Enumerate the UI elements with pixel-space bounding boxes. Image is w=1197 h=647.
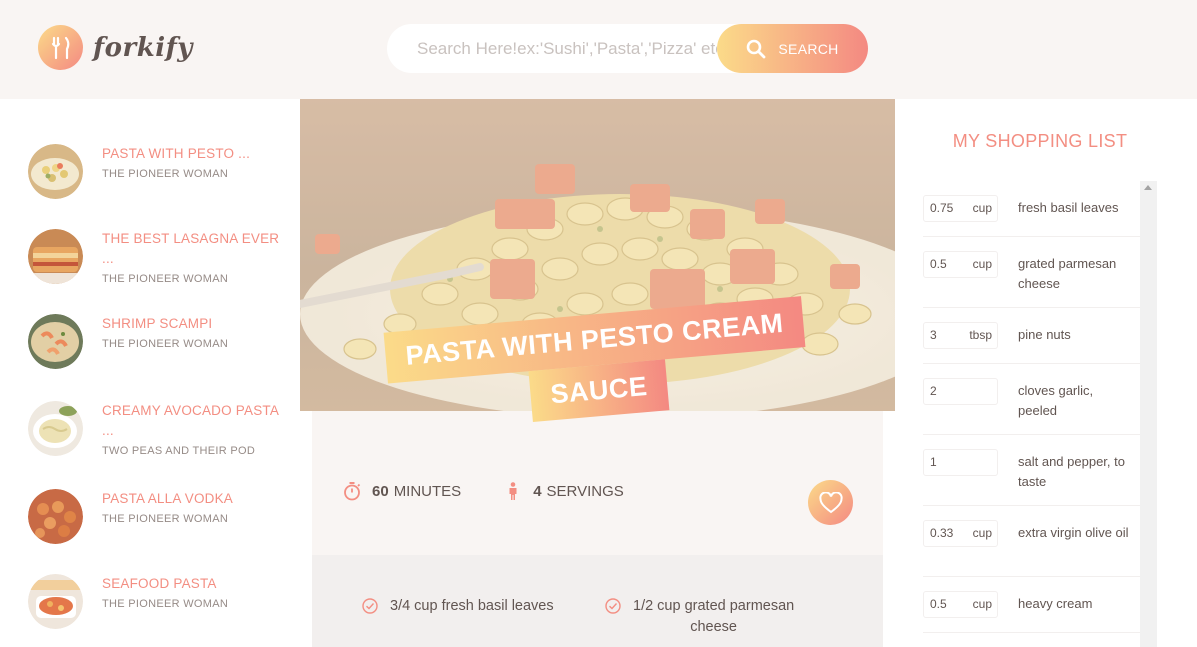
quantity-value: 3 xyxy=(930,328,937,342)
quantity-value: 1 xyxy=(930,455,937,469)
ingredient-text-cont: cheese xyxy=(690,619,737,635)
quantity-input[interactable]: 0.5 cup xyxy=(923,251,998,278)
recipe-details: 60 MINUTES 4 SERVINGS xyxy=(342,481,666,501)
result-item[interactable]: PASTA ALLA VODKA THE PIONEER WOMAN xyxy=(28,489,288,544)
result-image xyxy=(28,229,83,284)
result-item[interactable]: PASTA WITH PESTO ... THE PIONEER WOMAN xyxy=(28,144,288,199)
shopping-list-title: MY SHOPPING LIST xyxy=(952,131,1128,151)
ingredient-item: 3/4 cup fresh basil leaves xyxy=(362,596,554,617)
result-title: THE BEST LASAGNA EVER ... xyxy=(102,231,280,266)
check-circle-icon xyxy=(605,598,621,614)
recipe-panel: PASTA WITH PESTO CREAM SAUCE 60 MINUTES … xyxy=(300,99,895,647)
heart-icon xyxy=(818,491,843,513)
quantity-unit: tbsp xyxy=(969,328,992,342)
recipe-servings-count: 4 xyxy=(533,482,542,500)
fork-knife-icon xyxy=(38,25,83,70)
recipe-minutes: 60 xyxy=(372,482,389,500)
result-title: PASTA ALLA VODKA xyxy=(102,491,234,506)
shopping-item: 0.5 cup grated parmesan cheese xyxy=(923,237,1140,308)
quantity-unit: cup xyxy=(972,201,992,215)
result-author: THE PIONEER WOMAN xyxy=(102,513,229,525)
like-button[interactable] xyxy=(808,480,853,525)
result-author: THE PIONEER WOMAN xyxy=(102,273,229,285)
stopwatch-icon xyxy=(344,482,361,501)
result-title: CREAMY AVOCADO PASTA ... xyxy=(102,403,279,438)
quantity-input[interactable]: 1 xyxy=(923,449,998,476)
ingredient-text: 3/4 cup fresh basil leaves xyxy=(390,598,554,614)
recipe-time: 60 MINUTES xyxy=(342,481,461,501)
shopping-item: 0.33 cup extra virgin olive oil xyxy=(923,506,1140,577)
result-image xyxy=(28,314,83,369)
shopping-list-panel: MY SHOPPING LIST 0.75 cup fresh basil le… xyxy=(895,99,1197,647)
ingredient-text: 1/2 cup grated parmesan xyxy=(633,598,795,614)
shopping-list: 0.75 cup fresh basil leaves 0.5 cup grat… xyxy=(923,181,1140,647)
quantity-value: 2 xyxy=(930,384,937,398)
result-image xyxy=(28,489,83,544)
shopping-list-scrollbar[interactable] xyxy=(1140,181,1157,647)
search-button-label: SEARCH xyxy=(778,40,839,57)
result-image xyxy=(28,401,83,456)
recipe-minutes-label: MINUTES xyxy=(393,482,462,500)
quantity-input[interactable]: 0.75 cup xyxy=(923,195,998,222)
quantity-input[interactable]: 3 tbsp xyxy=(923,322,998,349)
recipe-servings-label: SERVINGS xyxy=(546,482,624,500)
quantity-unit: cup xyxy=(972,597,992,611)
shopping-item-desc: pine nuts xyxy=(1018,327,1071,342)
quantity-input[interactable]: 0.5 cup xyxy=(923,591,998,618)
result-image xyxy=(28,574,83,629)
shopping-item-desc: salt and pepper, to taste xyxy=(1018,454,1125,489)
person-icon xyxy=(509,482,517,500)
brand-name: forkify xyxy=(93,32,193,63)
result-item[interactable]: CREAMY AVOCADO PASTA ... TWO PEAS AND TH… xyxy=(28,401,288,457)
quantity-input[interactable]: 2 xyxy=(923,378,998,405)
result-item[interactable]: SHRIMP SCAMPI THE PIONEER WOMAN xyxy=(28,314,288,369)
ingredient-item: 1/2 cup grated parmesan cheese xyxy=(605,596,794,638)
quantity-value: 0.5 xyxy=(930,257,947,271)
result-title: SEAFOOD PASTA xyxy=(102,576,217,591)
quantity-input[interactable]: 0.33 cup xyxy=(923,520,998,547)
search-icon xyxy=(747,39,766,58)
recipe-servings: 4 SERVINGS xyxy=(503,481,624,501)
shopping-item: 3 tbsp pine nuts xyxy=(923,308,1140,364)
shopping-item: 2 cloves garlic, peeled xyxy=(923,364,1140,435)
result-author: THE PIONEER WOMAN xyxy=(102,598,229,610)
result-title: PASTA WITH PESTO ... xyxy=(102,146,251,161)
scroll-up-arrow-icon[interactable] xyxy=(1144,185,1152,190)
result-item[interactable]: SEAFOOD PASTA THE PIONEER WOMAN xyxy=(28,574,288,629)
logo[interactable]: forkify xyxy=(38,25,193,70)
result-author: TWO PEAS AND THEIR POD xyxy=(102,445,256,457)
quantity-value: 0.5 xyxy=(930,597,947,611)
search-form: SEARCH xyxy=(387,24,868,73)
search-input[interactable] xyxy=(417,36,717,61)
results-list: PASTA WITH PESTO ... THE PIONEER WOMAN T… xyxy=(0,99,300,647)
result-author: THE PIONEER WOMAN xyxy=(102,168,229,180)
result-author: THE PIONEER WOMAN xyxy=(102,338,229,350)
shopping-item: 1 salt and pepper, to taste xyxy=(923,435,1140,506)
result-image xyxy=(28,144,83,199)
shopping-item-desc: heavy cream xyxy=(1018,596,1093,611)
quantity-unit: cup xyxy=(972,526,992,540)
shopping-item-desc: cloves garlic, peeled xyxy=(1018,383,1094,418)
search-button[interactable]: SEARCH xyxy=(717,24,868,73)
header: forkify SEARCH xyxy=(0,0,1197,99)
quantity-unit: cup xyxy=(972,257,992,271)
result-title: SHRIMP SCAMPI xyxy=(102,316,213,331)
quantity-value: 0.33 xyxy=(930,526,954,540)
check-circle-icon xyxy=(362,598,378,614)
shopping-item: 0.5 cup heavy cream xyxy=(923,577,1140,633)
shopping-item-desc: fresh basil leaves xyxy=(1018,200,1119,215)
shopping-item-desc: extra virgin olive oil xyxy=(1018,525,1129,540)
shopping-item: 0.75 cup fresh basil leaves xyxy=(923,181,1140,237)
result-item[interactable]: THE BEST LASAGNA EVER ... THE PIONEER WO… xyxy=(28,229,288,285)
shopping-item-desc: grated parmesan cheese xyxy=(1018,256,1117,291)
quantity-value: 0.75 xyxy=(930,201,954,215)
